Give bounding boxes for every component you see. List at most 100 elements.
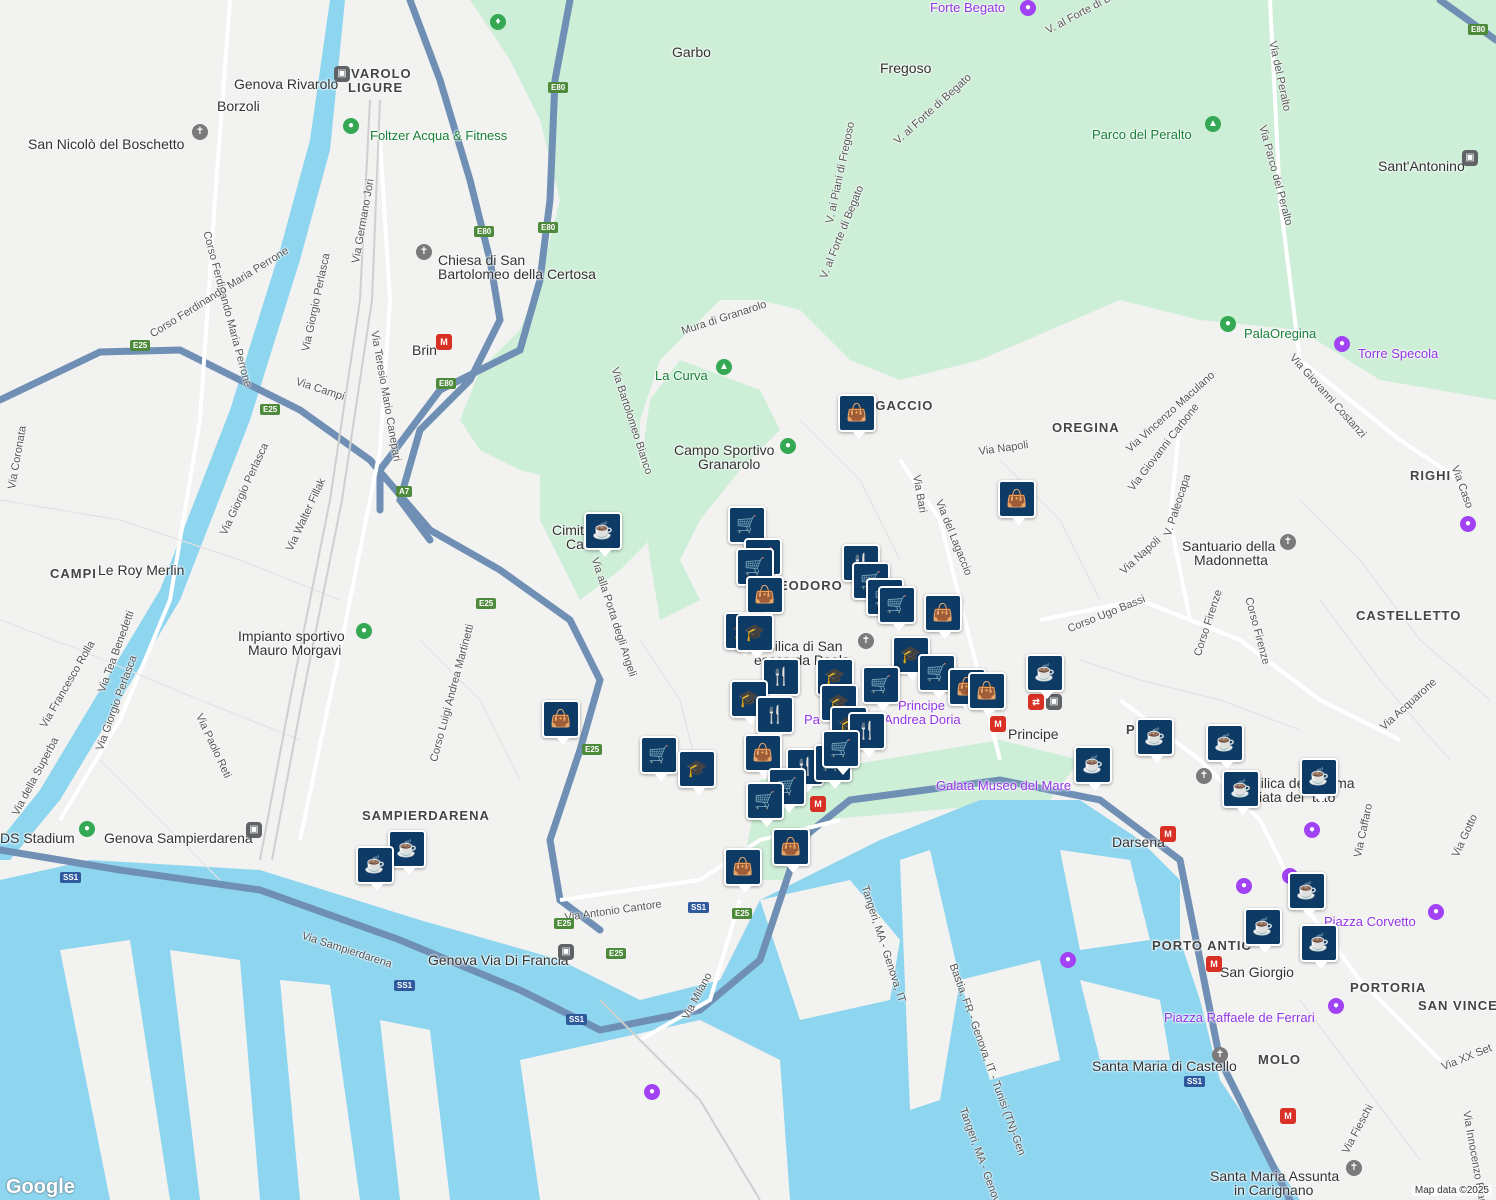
map-attribution[interactable]: Map data ©2025 [1411,1185,1492,1196]
road-shield: SS1 [688,902,710,913]
poi-icon[interactable]: ● [1428,904,1444,920]
road-shield: E25 [582,744,603,755]
attraction-label: Piazza Raffaele de Ferrari [1164,1010,1315,1025]
park-label: La Curva [655,368,708,383]
poi-icon[interactable]: ● [780,438,796,454]
poi-icon[interactable]: ● [1220,316,1236,332]
place-label: Genova Rivarolo [234,76,339,92]
cafe-marker-icon[interactable]: ☕ [356,846,394,891]
attraction-label: Principe [898,698,945,713]
place-label: San Nicolò del Boschetto [28,136,185,152]
area-label: OREGINA [1052,420,1120,435]
cafe-marker-icon[interactable]: ☕ [1206,724,1244,769]
attraction-label: Forte Begato [930,0,1006,15]
poi-icon[interactable]: ▣ [246,822,262,838]
google-logo: Google [6,1176,75,1198]
poi-icon[interactable]: ✝ [416,244,432,260]
area-label: MOLO [1258,1052,1301,1067]
road-shield: E80 [1468,24,1489,35]
shop-marker-icon[interactable]: 👜 [724,848,762,893]
poi-icon[interactable]: M [436,334,452,350]
cafe-marker-icon[interactable]: ☕ [1300,924,1338,969]
road-shield: A7 [396,486,413,497]
road-shield: E25 [130,340,151,351]
park-label: PalaOregina [1244,326,1317,341]
poi-icon[interactable]: ● [1060,952,1076,968]
poi-icon[interactable]: ▲ [1205,116,1221,132]
area-label: PORTO ANTIC [1152,938,1252,953]
cafe-marker-icon[interactable]: ☕ [1074,746,1112,791]
road-shield: E80 [538,222,559,233]
shop-marker-icon[interactable]: 👜 [968,672,1006,717]
area-label: CASTELLETTO [1356,608,1462,623]
poi-icon[interactable]: ● [1020,0,1036,16]
grocery-marker-icon[interactable]: 🛒 [746,782,784,827]
area-label: RIGHI [1410,468,1452,483]
park-label: Parco del Peralto [1092,127,1192,142]
poi-icon[interactable]: ▣ [558,944,574,960]
poi-icon[interactable]: ♦ [490,14,506,30]
poi-icon[interactable]: ● [1236,878,1252,894]
poi-icon[interactable]: M [1280,1108,1296,1124]
poi-icon[interactable]: ✝ [1346,1160,1362,1176]
poi-icon[interactable]: M [1160,826,1176,842]
place-label: Sant'Antonino [1378,158,1465,174]
shop-marker-icon[interactable]: 👜 [838,394,876,439]
poi-icon[interactable]: ✝ [1196,768,1212,784]
park-label: Foltzer Acqua & Fitness [370,128,508,143]
poi-icon[interactable]: ● [356,623,372,639]
shop-marker-icon[interactable]: 👜 [772,828,810,873]
attraction-label: Torre Specola [1358,346,1439,361]
poi-icon[interactable]: ● [79,821,95,837]
shop-marker-icon[interactable]: 👜 [998,480,1036,525]
grocery-marker-icon[interactable]: 🛒 [862,666,900,711]
cafe-marker-icon[interactable]: ☕ [1300,758,1338,803]
place-label: Principe [1008,726,1059,742]
cafe-marker-icon[interactable]: ☕ [1026,654,1064,699]
grocery-marker-icon[interactable]: 🛒 [878,586,916,631]
poi-icon[interactable]: ▲ [716,359,732,375]
cafe-marker-icon[interactable]: ☕ [1244,908,1282,953]
cafe-marker-icon[interactable]: ☕ [1288,872,1326,917]
shop-marker-icon[interactable]: 👜 [924,594,962,639]
poi-icon[interactable]: ✝ [858,633,874,649]
grocery-marker-icon[interactable]: 🛒 [640,736,678,781]
poi-icon[interactable]: ▣ [334,66,350,82]
place-label: Garbo [672,44,711,60]
place-label: Genova Sampierdarena [104,830,253,846]
school-marker-icon[interactable]: 🎓 [678,750,716,795]
river [0,0,345,860]
shop-marker-icon[interactable]: 👜 [744,734,782,779]
poi-icon[interactable]: ✝ [192,124,208,140]
poi-icon[interactable]: ● [1334,336,1350,352]
poi-icon[interactable]: M [810,796,826,812]
place-label: Fregoso [880,60,932,76]
shop-marker-icon[interactable]: 👜 [746,576,784,621]
poi-icon[interactable]: ● [1460,516,1476,532]
grocery-marker-icon[interactable]: 🛒 [822,730,860,775]
poi-icon[interactable]: ● [644,1084,660,1100]
poi-icon[interactable]: ● [1304,822,1320,838]
map-canvas[interactable]: RIVAROLO LIGURE CAMPI SAMPIERDARENA LAGACCIO… [0,0,1496,1200]
school-marker-icon[interactable]: 🎓 [736,614,774,659]
road-shield: E25 [732,908,753,919]
poi-icon[interactable]: ● [343,118,359,134]
road-shield: E25 [260,404,281,415]
poi-icon[interactable]: ✝ [1212,1047,1228,1063]
area-label: LIGURE [348,80,404,95]
shop-marker-icon[interactable]: 👜 [542,700,580,745]
area-label: SAN VINCE [1418,998,1496,1013]
cafe-marker-icon[interactable]: ☕ [1222,770,1260,815]
cafe-marker-icon[interactable]: ☕ [1136,718,1174,763]
cafe-marker-icon[interactable]: ☕ [584,512,622,557]
poi-icon[interactable]: M [990,716,1006,732]
park-area [460,0,1496,500]
restaurant-marker-icon[interactable]: 🍴 [756,696,794,741]
poi-icon[interactable]: M [1206,956,1222,972]
road-shield: SS1 [566,1014,588,1025]
road-shield: E80 [436,378,457,389]
poi-icon[interactable]: ✝ [1280,534,1296,550]
road-shield: SS1 [60,872,82,883]
poi-icon[interactable]: ▣ [1462,150,1478,166]
poi-icon[interactable]: ● [1328,998,1344,1014]
